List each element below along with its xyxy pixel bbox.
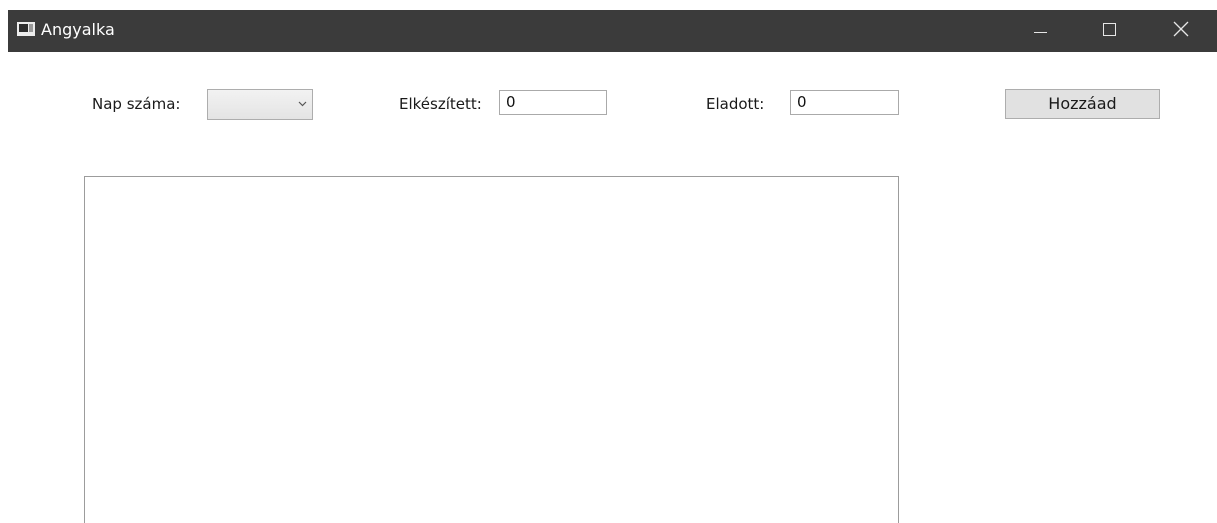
- data-listbox[interactable]: [84, 176, 899, 523]
- hozzaad-button[interactable]: Hozzáad: [1005, 89, 1160, 119]
- app-window-icon: [17, 22, 35, 36]
- maximize-icon: [1103, 23, 1116, 36]
- close-button[interactable]: [1157, 10, 1201, 52]
- window-title: Angyalka: [41, 20, 115, 39]
- elkeszitett-label: Elkészített:: [399, 95, 482, 113]
- title-bar[interactable]: Angyalka: [8, 10, 1217, 52]
- chevron-down-icon: [298, 101, 307, 107]
- elkeszitett-input[interactable]: 0: [499, 90, 607, 115]
- nap-szama-label: Nap száma:: [92, 95, 181, 113]
- maximize-button[interactable]: [1087, 10, 1131, 52]
- eladott-label: Eladott:: [706, 95, 765, 113]
- minimize-button[interactable]: [1018, 10, 1062, 52]
- minimize-icon: [1034, 32, 1047, 33]
- close-icon: [1173, 21, 1189, 37]
- eladott-input[interactable]: 0: [790, 90, 899, 115]
- nap-szama-combobox[interactable]: [207, 89, 313, 120]
- app-window: Angyalka Nap száma: Elkészített: 0 Elado…: [0, 0, 1217, 523]
